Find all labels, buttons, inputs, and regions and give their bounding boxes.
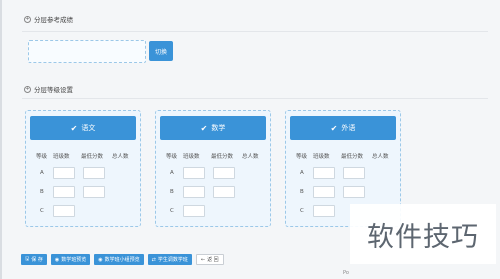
subject-name: 外语 [341,124,356,132]
back-arrow-icon: ← [200,256,206,263]
col-level: 等级 [166,154,178,160]
min-score-input[interactable] [213,167,235,179]
section-level-settings-label: 分层等级设置 [34,86,73,94]
subject-panel-header[interactable]: ✔ 语文 [30,116,136,140]
col-class-count: 班级数 [313,154,330,160]
class-count-input[interactable] [53,167,75,179]
min-score-input[interactable] [83,186,105,198]
left-sidebar-edge [0,0,2,279]
save-button[interactable]: 🖫 保 存 [21,254,47,265]
subject-panel-chinese: ✔ 语文 等级 班级数 最低分数 总人数 A B C [25,110,141,227]
check-icon: ✔ [330,123,338,133]
class-count-input[interactable] [183,167,205,179]
class-count-input[interactable] [313,205,335,217]
class-count-input[interactable] [313,167,335,179]
col-class-count: 班级数 [53,154,70,160]
class-count-input[interactable] [183,205,205,217]
switch-button[interactable]: 切换 [149,41,173,61]
row-label: B [40,189,44,195]
row-label: B [300,189,304,195]
save-icon: 🖫 [25,255,30,262]
min-score-input[interactable] [343,186,365,198]
footer-text: Po [343,270,349,276]
section-reference-scores-label: 分层参考成绩 [34,16,73,24]
subject-panel-math: ✔ 数学 等级 班级数 最低分数 总人数 A B C [155,110,271,227]
subject-name: 数学 [211,124,226,132]
subject-panel-header[interactable]: ✔ 外语 [290,116,396,140]
col-total: 总人数 [372,154,389,160]
class-count-input[interactable] [183,186,205,198]
col-level: 等级 [36,154,48,160]
class-count-input[interactable] [313,186,335,198]
subject-panel-header[interactable]: ✔ 数学 [160,116,266,140]
watermark: 软件技巧 [350,204,496,264]
col-level: 等级 [296,154,308,160]
col-total: 总人数 [112,154,129,160]
col-class-count: 班级数 [183,154,200,160]
row-label: B [170,189,174,195]
section-level-settings[interactable]: + 分层等级设置 [24,84,73,94]
expand-icon[interactable]: + [24,15,31,23]
divider [22,98,488,99]
min-score-input[interactable] [343,167,365,179]
check-icon: ✔ [200,123,208,133]
row-label: C [40,208,44,214]
row-label: C [300,208,304,214]
row-label: C [170,208,174,214]
row-label: A [300,170,304,176]
reference-score-field[interactable] [28,40,146,63]
col-min-score: 最低分数 [211,154,234,160]
min-score-input[interactable] [83,167,105,179]
expand-icon[interactable]: + [24,85,31,93]
row-label: A [40,170,44,176]
col-total: 总人数 [242,154,259,160]
eye-icon: ◉ [54,256,60,263]
student-adjust-button[interactable]: ⇄ 学生调数学班 [147,254,192,265]
back-button[interactable]: ← 返 回 [195,254,224,265]
bottom-toolbar: 🖫 保 存 ◉ 数学班预览 ◉ 数学班小组预览 ⇄ 学生调数学班 ← 返 回 [21,254,224,265]
section-reference-scores[interactable]: + 分层参考成绩 [24,14,73,24]
col-min-score: 最低分数 [341,154,364,160]
class-count-input[interactable] [53,186,75,198]
check-icon: ✔ [70,123,78,133]
row-label: A [170,170,174,176]
preview-class-button[interactable]: ◉ 数学班预览 [50,254,91,265]
eye-icon: ◉ [98,256,103,263]
min-score-input[interactable] [213,186,235,198]
divider [22,31,488,32]
subject-name: 语文 [81,124,96,132]
preview-group-button[interactable]: ◉ 数学班小组预览 [94,254,144,265]
class-count-input[interactable] [53,205,75,217]
swap-icon: ⇄ [151,256,156,263]
col-min-score: 最低分数 [81,154,104,160]
